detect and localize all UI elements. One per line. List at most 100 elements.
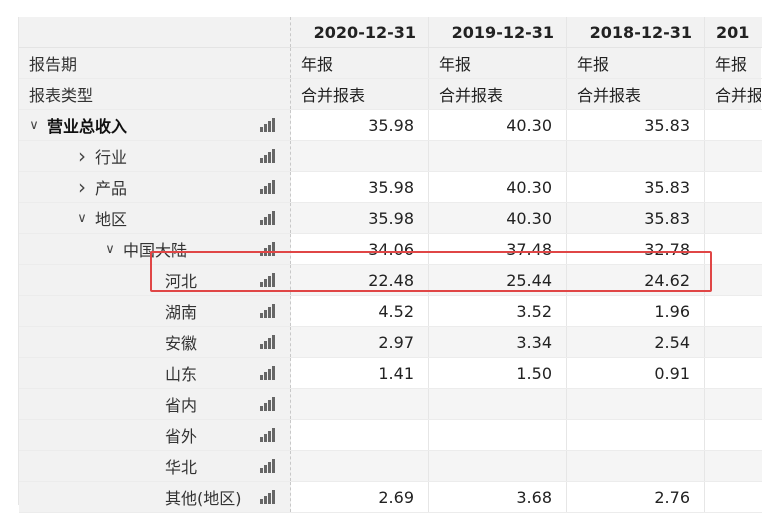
meta-cell: 合并报表 [291, 79, 429, 109]
value-cell: 35.98 [291, 110, 429, 140]
chevron-down-icon[interactable]: ∨ [27, 118, 41, 133]
table-row[interactable]: 其他(地区) 2.69 3.68 2.76 [19, 482, 762, 513]
value-cell: 3.68 [429, 482, 567, 512]
financial-table: 2020-12-31 2019-12-31 2018-12-31 201 报告期… [18, 17, 762, 513]
value-cell [705, 141, 761, 171]
meta-cell: 合并报 [705, 79, 761, 109]
row-label-cell[interactable]: 其他(地区) [19, 482, 291, 512]
column-header-date[interactable]: 2019-12-31 [429, 17, 567, 47]
meta-row-label: 报告期 [19, 48, 291, 78]
header-corner [19, 17, 291, 47]
column-header-date[interactable]: 201 [705, 17, 761, 47]
bar-chart-icon[interactable] [260, 459, 276, 473]
bar-chart-icon[interactable] [260, 335, 276, 349]
table-row[interactable]: 华北 [19, 451, 762, 482]
column-header-date[interactable]: 2020-12-31 [291, 17, 429, 47]
value-cell: 35.83 [567, 203, 705, 233]
row-label-cell[interactable]: 河北 [19, 265, 291, 295]
table-row[interactable]: 山东 1.41 1.50 0.91 [19, 358, 762, 389]
value-cell: 2.69 [291, 482, 429, 512]
row-label-text: 河北 [165, 272, 198, 291]
row-label-cell[interactable]: 湖南 [19, 296, 291, 326]
value-cell: 4.52 [291, 296, 429, 326]
row-label-text: 湖南 [165, 303, 198, 322]
bar-chart-icon[interactable] [260, 180, 276, 194]
meta-row: 报告期 年报 年报 年报 年报 [19, 48, 762, 79]
chevron-right-icon[interactable]: › [75, 175, 89, 199]
value-cell [705, 234, 761, 264]
bar-chart-icon[interactable] [260, 118, 276, 132]
row-label-text: 华北 [165, 458, 198, 477]
value-cell [705, 203, 761, 233]
value-cell [705, 265, 761, 295]
value-cell [705, 110, 761, 140]
row-label-text: 中国大陆 [123, 241, 188, 260]
bar-chart-icon[interactable] [260, 273, 276, 287]
row-label-cell[interactable]: 安徽 [19, 327, 291, 357]
value-cell: 40.30 [429, 172, 567, 202]
value-cell: 35.83 [567, 172, 705, 202]
value-cell [429, 389, 567, 419]
value-cell [291, 451, 429, 481]
bar-chart-icon[interactable] [260, 242, 276, 256]
bar-chart-icon[interactable] [260, 490, 276, 504]
chevron-down-icon[interactable]: ∨ [75, 211, 89, 226]
table-row[interactable]: 省内 [19, 389, 762, 420]
value-cell [429, 451, 567, 481]
table-row[interactable]: ∨ 营业总收入 35.98 40.30 35.83 [19, 110, 762, 141]
chevron-right-icon[interactable]: › [75, 144, 89, 168]
value-cell: 0.91 [567, 358, 705, 388]
value-cell: 40.30 [429, 110, 567, 140]
table-row[interactable]: › 产品 35.98 40.30 35.83 [19, 172, 762, 203]
row-label-text: 省外 [165, 427, 198, 446]
table-row[interactable]: 省外 [19, 420, 762, 451]
value-cell: 3.34 [429, 327, 567, 357]
row-label-cell[interactable]: 山东 [19, 358, 291, 388]
value-cell [705, 420, 761, 450]
table-row[interactable]: ∨ 地区 35.98 40.30 35.83 [19, 203, 762, 234]
bar-chart-icon[interactable] [260, 428, 276, 442]
value-cell [429, 420, 567, 450]
value-cell: 35.83 [567, 110, 705, 140]
row-label-cell[interactable]: › 产品 [19, 172, 291, 202]
chevron-down-icon[interactable]: ∨ [103, 242, 117, 257]
table-row[interactable]: › 行业 [19, 141, 762, 172]
bar-chart-icon[interactable] [260, 149, 276, 163]
table-header-row: 2020-12-31 2019-12-31 2018-12-31 201 [19, 17, 762, 48]
meta-cell: 合并报表 [429, 79, 567, 109]
value-cell [291, 141, 429, 171]
row-label-cell[interactable]: ∨ 中国大陆 [19, 234, 291, 264]
value-cell [567, 420, 705, 450]
bar-chart-icon[interactable] [260, 304, 276, 318]
value-cell: 2.76 [567, 482, 705, 512]
value-cell: 37.48 [429, 234, 567, 264]
bar-chart-icon[interactable] [260, 397, 276, 411]
row-label-cell[interactable]: › 行业 [19, 141, 291, 171]
row-label-cell[interactable]: 省内 [19, 389, 291, 419]
meta-label-text: 报告期 [29, 55, 78, 74]
table-row[interactable]: 河北 22.48 25.44 24.62 [19, 265, 762, 296]
row-label-cell[interactable]: 华北 [19, 451, 291, 481]
row-label-cell[interactable]: 省外 [19, 420, 291, 450]
value-cell [705, 296, 761, 326]
meta-cell: 年报 [705, 48, 761, 78]
value-cell: 24.62 [567, 265, 705, 295]
row-label-cell[interactable]: ∨ 营业总收入 [19, 110, 291, 140]
value-cell: 1.96 [567, 296, 705, 326]
table-row[interactable]: 安徽 2.97 3.34 2.54 [19, 327, 762, 358]
row-label-cell[interactable]: ∨ 地区 [19, 203, 291, 233]
value-cell [429, 141, 567, 171]
value-cell: 34.06 [291, 234, 429, 264]
table-row[interactable]: ∨ 中国大陆 34.06 37.48 32.78 [19, 234, 762, 265]
value-cell [291, 389, 429, 419]
column-header-date[interactable]: 2018-12-31 [567, 17, 705, 47]
value-cell: 35.98 [291, 203, 429, 233]
value-cell: 25.44 [429, 265, 567, 295]
table-row[interactable]: 湖南 4.52 3.52 1.96 [19, 296, 762, 327]
value-cell: 22.48 [291, 265, 429, 295]
row-label-text: 省内 [165, 396, 198, 415]
bar-chart-icon[interactable] [260, 366, 276, 380]
value-cell: 2.97 [291, 327, 429, 357]
bar-chart-icon[interactable] [260, 211, 276, 225]
value-cell [705, 482, 761, 512]
